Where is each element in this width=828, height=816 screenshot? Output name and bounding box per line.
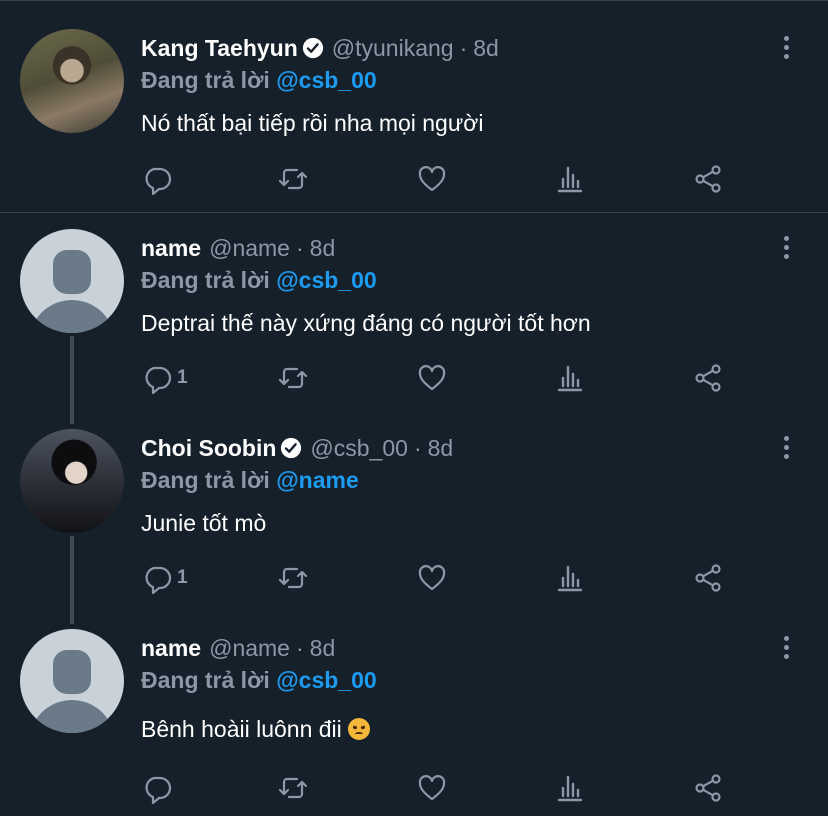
action-bar: 1 [141, 562, 741, 594]
tweet[interactable]: Choi Soobin @csb_00 · 8d Đang trả lời @n… [0, 413, 828, 613]
share-icon [695, 165, 721, 193]
reply-button[interactable]: 1 [141, 562, 188, 594]
timestamp[interactable]: 8d [473, 35, 499, 62]
tweet-text: Nó thất bại tiếp rồi nha mọi người [141, 110, 484, 136]
tweet-text: Deptrai thế này xứng đáng có người tốt h… [141, 310, 591, 336]
replying-to: Đang trả lời @csb_00 [141, 667, 377, 694]
retweet-button[interactable] [277, 362, 309, 394]
mention-link[interactable]: @csb_00 [276, 667, 376, 693]
like-icon [418, 166, 446, 192]
retweet-icon [278, 168, 308, 190]
action-bar [141, 163, 741, 195]
separator: · [413, 434, 422, 461]
tweet-text: Junie tốt mò [141, 510, 267, 536]
tweet-header: Choi Soobin @csb_00 · 8d [141, 433, 453, 463]
share-icon [695, 364, 721, 392]
timestamp[interactable]: 8d [428, 435, 454, 462]
angry-face-emoji-icon [347, 718, 370, 740]
display-name[interactable]: Kang Taehyun [141, 35, 298, 62]
like-icon [418, 565, 446, 591]
retweet-icon [278, 777, 308, 799]
replying-to-label: Đang trả lời [141, 267, 270, 293]
avatar[interactable] [20, 429, 124, 533]
reply-icon [145, 167, 172, 195]
retweet-button[interactable] [277, 562, 309, 594]
analytics-icon [557, 365, 583, 392]
separator: · [295, 234, 304, 261]
more-icon[interactable] [777, 436, 795, 462]
tweet-header: Kang Taehyun @tyunikang · 8d [141, 33, 499, 63]
handle[interactable]: @name [209, 235, 290, 262]
reply-button[interactable] [141, 163, 177, 195]
reply-count: 1 [177, 567, 188, 588]
action-bar: 1 [141, 362, 741, 394]
replying-to-label: Đang trả lời [141, 667, 270, 693]
retweet-icon [278, 367, 308, 389]
analytics-button[interactable] [554, 362, 586, 394]
analytics-button[interactable] [554, 562, 586, 594]
display-name[interactable]: Choi Soobin [141, 435, 276, 462]
timestamp[interactable]: 8d [310, 635, 336, 662]
avatar[interactable] [20, 29, 124, 133]
separator: · [295, 634, 304, 661]
tweet-text: Bênh hoàii luônn đii [141, 716, 370, 743]
like-button[interactable] [416, 772, 448, 804]
more-icon[interactable] [777, 236, 795, 262]
replying-to-label: Đang trả lời [141, 467, 270, 493]
analytics-icon [557, 775, 583, 802]
analytics-icon [557, 166, 583, 193]
verified-badge-icon [281, 437, 302, 459]
more-icon[interactable] [777, 636, 795, 662]
more-icon[interactable] [777, 36, 795, 62]
reply-icon [145, 566, 172, 594]
like-icon [418, 365, 446, 391]
reply-count: 1 [177, 367, 188, 388]
share-button[interactable] [692, 362, 724, 394]
mention-link[interactable]: @csb_00 [276, 67, 376, 93]
mention-link[interactable]: @name [276, 467, 359, 493]
reply-icon [145, 366, 172, 394]
handle[interactable]: @tyunikang [332, 35, 454, 62]
handle[interactable]: @csb_00 [310, 435, 408, 462]
mention-link[interactable]: @csb_00 [276, 267, 376, 293]
tweet[interactable]: name @name · 8d Đang trả lời @csb_00 Bên… [0, 613, 828, 816]
tweet[interactable]: name @name · 8d Đang trả lời @csb_00 Dep… [0, 213, 828, 413]
retweet-button[interactable] [277, 163, 309, 195]
action-bar [141, 772, 741, 804]
analytics-button[interactable] [554, 163, 586, 195]
analytics-button[interactable] [554, 772, 586, 804]
tweet-header: name @name · 8d [141, 233, 335, 263]
like-button[interactable] [416, 163, 448, 195]
analytics-icon [557, 565, 583, 592]
share-button[interactable] [692, 562, 724, 594]
timestamp[interactable]: 8d [310, 235, 336, 262]
replying-to: Đang trả lời @name [141, 467, 359, 494]
separator: · [459, 34, 468, 61]
replying-to-label: Đang trả lời [141, 67, 270, 93]
verified-badge-icon [302, 37, 323, 59]
tweet[interactable]: Kang Taehyun @tyunikang · 8d Đang trả lờ… [0, 0, 828, 212]
replying-to: Đang trả lời @csb_00 [141, 67, 377, 94]
avatar[interactable] [20, 229, 124, 333]
share-button[interactable] [692, 163, 724, 195]
share-icon [695, 564, 721, 592]
reply-button[interactable]: 1 [141, 362, 188, 394]
avatar[interactable] [20, 629, 124, 733]
tweet-header: name @name · 8d [141, 633, 335, 663]
reply-icon [145, 776, 172, 804]
replying-to: Đang trả lời @csb_00 [141, 267, 377, 294]
tweet-text-content: Bênh hoàii luônn đii [141, 716, 342, 742]
retweet-button[interactable] [277, 772, 309, 804]
share-button[interactable] [692, 772, 724, 804]
share-icon [695, 774, 721, 802]
like-button[interactable] [416, 362, 448, 394]
handle[interactable]: @name [209, 635, 290, 662]
like-button[interactable] [416, 562, 448, 594]
display-name[interactable]: name [141, 635, 201, 662]
retweet-icon [278, 567, 308, 589]
like-icon [418, 775, 446, 801]
reply-button[interactable] [141, 772, 177, 804]
display-name[interactable]: name [141, 235, 201, 262]
